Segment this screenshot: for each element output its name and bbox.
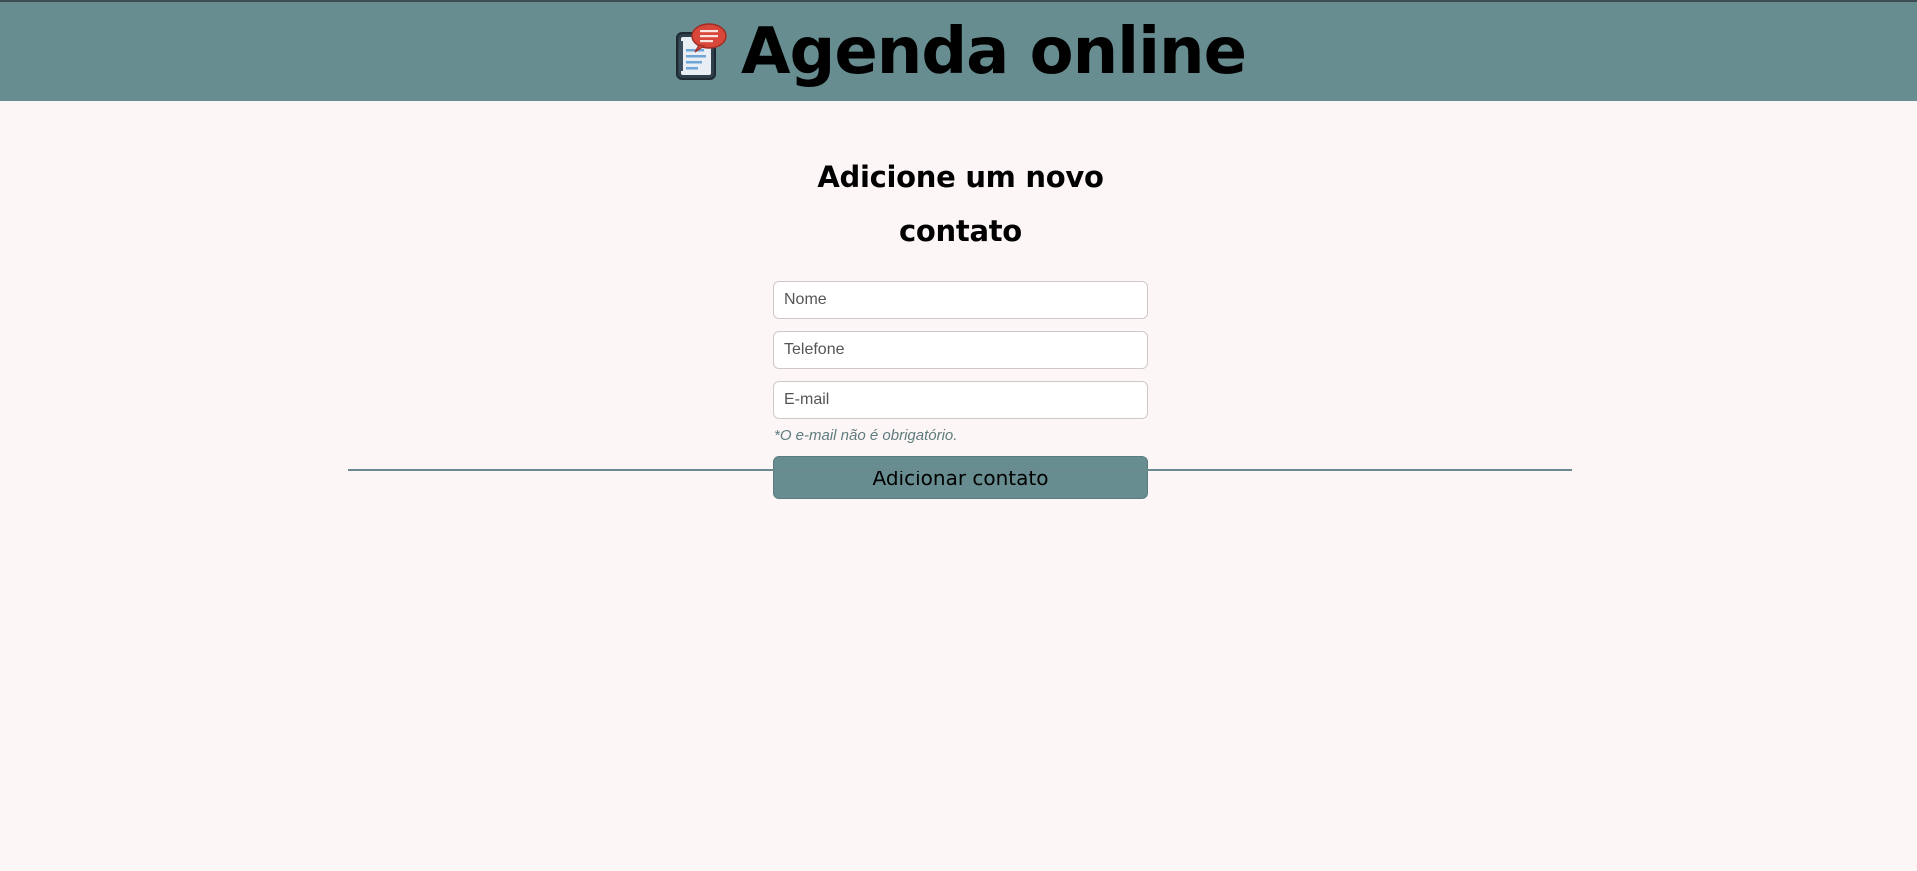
header-content: Agenda online [671,14,1247,89]
form-title: Adicione um novo contato [817,160,1104,248]
add-contact-form: Adicione um novo contato *O e-mail não é… [773,150,1148,499]
phone-book-icon [671,21,731,83]
phone-input[interactable] [773,331,1148,369]
email-optional-hint: *O e-mail não é obrigatório. [774,427,958,444]
name-input[interactable] [773,281,1148,319]
section-divider [348,469,1572,471]
add-contact-button[interactable]: Adicionar contato [773,456,1148,499]
app-title: Agenda online [741,14,1247,89]
email-input[interactable] [773,381,1148,419]
app-header: Agenda online [0,0,1917,101]
